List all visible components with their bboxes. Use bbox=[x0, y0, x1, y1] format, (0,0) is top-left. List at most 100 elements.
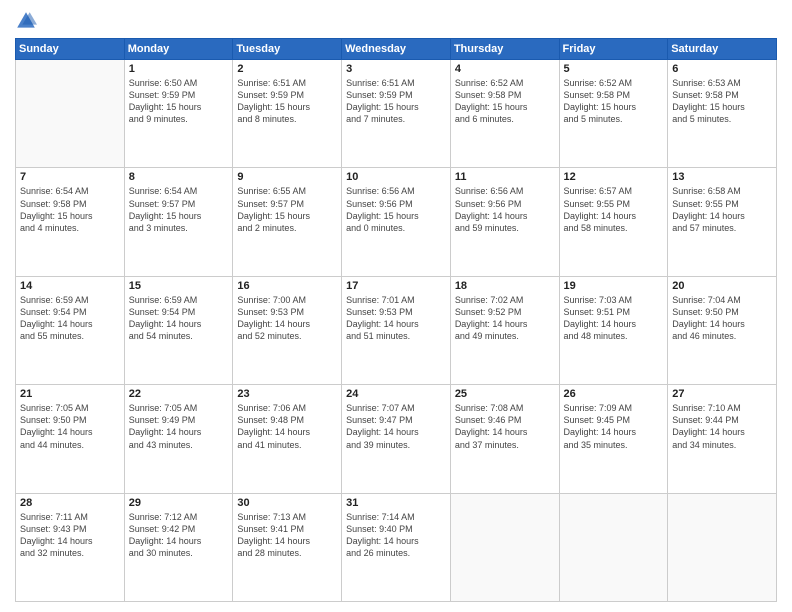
day-info: Sunrise: 6:57 AM Sunset: 9:55 PM Dayligh… bbox=[564, 185, 664, 234]
calendar-cell: 1 Sunrise: 6:50 AM Sunset: 9:59 PM Daylig… bbox=[124, 60, 233, 168]
calendar-cell: 16 Sunrise: 7:00 AM Sunset: 9:53 PM Dayli… bbox=[233, 276, 342, 384]
calendar-cell: 28 Sunrise: 7:11 AM Sunset: 9:43 PM Dayli… bbox=[16, 493, 125, 601]
day-number: 20 bbox=[672, 280, 772, 292]
calendar-cell: 22 Sunrise: 7:05 AM Sunset: 9:49 PM Dayli… bbox=[124, 385, 233, 493]
day-info: Sunrise: 6:51 AM Sunset: 9:59 PM Dayligh… bbox=[346, 77, 446, 126]
calendar-cell: 3Sunrise: 6:51 AM Sunset: 9:59 PM Daylig… bbox=[342, 60, 451, 168]
day-info: Sunrise: 7:05 AM Sunset: 9:49 PM Dayligh… bbox=[129, 402, 229, 451]
calendar-header-tuesday: Tuesday bbox=[233, 39, 342, 60]
day-number: 17 bbox=[346, 280, 446, 292]
calendar-week-3: 21 Sunrise: 7:05 AM Sunset: 9:50 PM Dayli… bbox=[16, 385, 777, 493]
day-number: 23 bbox=[237, 388, 337, 400]
day-number: 19 bbox=[564, 280, 664, 292]
day-info: Sunrise: 6:52 AM Sunset: 9:58 PM Dayligh… bbox=[455, 77, 555, 126]
calendar-header-monday: Monday bbox=[124, 39, 233, 60]
day-info: Sunrise: 7:11 AM Sunset: 9:43 PM Dayligh… bbox=[20, 511, 120, 560]
logo bbox=[15, 10, 39, 32]
calendar-cell bbox=[559, 493, 668, 601]
day-number: 16 bbox=[237, 280, 337, 292]
day-info: Sunrise: 7:02 AM Sunset: 9:52 PM Dayligh… bbox=[455, 294, 555, 343]
calendar-cell: 18 Sunrise: 7:02 AM Sunset: 9:52 PM Dayli… bbox=[450, 276, 559, 384]
day-info: Sunrise: 7:06 AM Sunset: 9:48 PM Dayligh… bbox=[237, 402, 337, 451]
day-number: 1 bbox=[129, 63, 229, 75]
day-info: Sunrise: 7:12 AM Sunset: 9:42 PM Dayligh… bbox=[129, 511, 229, 560]
day-info: Sunrise: 6:56 AM Sunset: 9:56 PM Dayligh… bbox=[455, 185, 555, 234]
day-number: 18 bbox=[455, 280, 555, 292]
day-number: 14 bbox=[20, 280, 120, 292]
calendar-header-thursday: Thursday bbox=[450, 39, 559, 60]
day-number: 8 bbox=[129, 171, 229, 183]
calendar-cell: 7 Sunrise: 6:54 AM Sunset: 9:58 PM Daylig… bbox=[16, 168, 125, 276]
day-info: Sunrise: 7:05 AM Sunset: 9:50 PM Dayligh… bbox=[20, 402, 120, 451]
day-info: Sunrise: 7:00 AM Sunset: 9:53 PM Dayligh… bbox=[237, 294, 337, 343]
calendar-cell: 12Sunrise: 6:57 AM Sunset: 9:55 PM Dayli… bbox=[559, 168, 668, 276]
calendar-header-wednesday: Wednesday bbox=[342, 39, 451, 60]
page: SundayMondayTuesdayWednesdayThursdayFrid… bbox=[0, 0, 792, 612]
day-info: Sunrise: 6:53 AM Sunset: 9:58 PM Dayligh… bbox=[672, 77, 772, 126]
calendar-cell: 2 Sunrise: 6:51 AM Sunset: 9:59 PM Daylig… bbox=[233, 60, 342, 168]
day-number: 26 bbox=[564, 388, 664, 400]
day-number: 22 bbox=[129, 388, 229, 400]
day-number: 21 bbox=[20, 388, 120, 400]
header bbox=[15, 10, 777, 32]
calendar-week-0: 1 Sunrise: 6:50 AM Sunset: 9:59 PM Daylig… bbox=[16, 60, 777, 168]
day-number: 9 bbox=[237, 171, 337, 183]
day-info: Sunrise: 6:51 AM Sunset: 9:59 PM Dayligh… bbox=[237, 77, 337, 126]
day-number: 6 bbox=[672, 63, 772, 75]
day-number: 30 bbox=[237, 497, 337, 509]
day-number: 2 bbox=[237, 63, 337, 75]
day-info: Sunrise: 6:59 AM Sunset: 9:54 PM Dayligh… bbox=[129, 294, 229, 343]
day-info: Sunrise: 6:59 AM Sunset: 9:54 PM Dayligh… bbox=[20, 294, 120, 343]
calendar-cell bbox=[668, 493, 777, 601]
calendar-cell: 29Sunrise: 7:12 AM Sunset: 9:42 PM Dayli… bbox=[124, 493, 233, 601]
day-number: 10 bbox=[346, 171, 446, 183]
day-info: Sunrise: 7:09 AM Sunset: 9:45 PM Dayligh… bbox=[564, 402, 664, 451]
day-info: Sunrise: 6:58 AM Sunset: 9:55 PM Dayligh… bbox=[672, 185, 772, 234]
calendar-cell: 11Sunrise: 6:56 AM Sunset: 9:56 PM Dayli… bbox=[450, 168, 559, 276]
day-info: Sunrise: 7:03 AM Sunset: 9:51 PM Dayligh… bbox=[564, 294, 664, 343]
calendar-cell: 10 Sunrise: 6:56 AM Sunset: 9:56 PM Dayli… bbox=[342, 168, 451, 276]
day-info: Sunrise: 7:13 AM Sunset: 9:41 PM Dayligh… bbox=[237, 511, 337, 560]
calendar-cell: 19 Sunrise: 7:03 AM Sunset: 9:51 PM Dayli… bbox=[559, 276, 668, 384]
day-number: 24 bbox=[346, 388, 446, 400]
calendar-cell: 17 Sunrise: 7:01 AM Sunset: 9:53 PM Dayli… bbox=[342, 276, 451, 384]
calendar-header-sunday: Sunday bbox=[16, 39, 125, 60]
calendar-cell: 15 Sunrise: 6:59 AM Sunset: 9:54 PM Dayli… bbox=[124, 276, 233, 384]
calendar-cell: 26 Sunrise: 7:09 AM Sunset: 9:45 PM Dayli… bbox=[559, 385, 668, 493]
calendar-cell: 8 Sunrise: 6:54 AM Sunset: 9:57 PM Daylig… bbox=[124, 168, 233, 276]
day-info: Sunrise: 7:07 AM Sunset: 9:47 PM Dayligh… bbox=[346, 402, 446, 451]
calendar-cell bbox=[16, 60, 125, 168]
calendar-header-friday: Friday bbox=[559, 39, 668, 60]
day-info: Sunrise: 6:52 AM Sunset: 9:58 PM Dayligh… bbox=[564, 77, 664, 126]
day-number: 7 bbox=[20, 171, 120, 183]
calendar-cell: 30 Sunrise: 7:13 AM Sunset: 9:41 PM Dayli… bbox=[233, 493, 342, 601]
day-number: 27 bbox=[672, 388, 772, 400]
calendar-cell: 6 Sunrise: 6:53 AM Sunset: 9:58 PM Daylig… bbox=[668, 60, 777, 168]
day-info: Sunrise: 6:54 AM Sunset: 9:58 PM Dayligh… bbox=[20, 185, 120, 234]
calendar-cell: 27 Sunrise: 7:10 AM Sunset: 9:44 PM Dayli… bbox=[668, 385, 777, 493]
day-info: Sunrise: 7:08 AM Sunset: 9:46 PM Dayligh… bbox=[455, 402, 555, 451]
calendar-header-saturday: Saturday bbox=[668, 39, 777, 60]
calendar-week-1: 7 Sunrise: 6:54 AM Sunset: 9:58 PM Daylig… bbox=[16, 168, 777, 276]
calendar-week-4: 28 Sunrise: 7:11 AM Sunset: 9:43 PM Dayli… bbox=[16, 493, 777, 601]
day-number: 5 bbox=[564, 63, 664, 75]
day-info: Sunrise: 6:50 AM Sunset: 9:59 PM Dayligh… bbox=[129, 77, 229, 126]
day-info: Sunrise: 7:04 AM Sunset: 9:50 PM Dayligh… bbox=[672, 294, 772, 343]
day-info: Sunrise: 6:54 AM Sunset: 9:57 PM Dayligh… bbox=[129, 185, 229, 234]
calendar-cell: 20 Sunrise: 7:04 AM Sunset: 9:50 PM Dayli… bbox=[668, 276, 777, 384]
calendar-cell: 14 Sunrise: 6:59 AM Sunset: 9:54 PM Dayli… bbox=[16, 276, 125, 384]
calendar-cell: 24 Sunrise: 7:07 AM Sunset: 9:47 PM Dayli… bbox=[342, 385, 451, 493]
day-number: 4 bbox=[455, 63, 555, 75]
day-info: Sunrise: 7:14 AM Sunset: 9:40 PM Dayligh… bbox=[346, 511, 446, 560]
day-info: Sunrise: 7:10 AM Sunset: 9:44 PM Dayligh… bbox=[672, 402, 772, 451]
day-info: Sunrise: 7:01 AM Sunset: 9:53 PM Dayligh… bbox=[346, 294, 446, 343]
day-number: 28 bbox=[20, 497, 120, 509]
calendar-cell: 25Sunrise: 7:08 AM Sunset: 9:46 PM Dayli… bbox=[450, 385, 559, 493]
calendar-cell: 31Sunrise: 7:14 AM Sunset: 9:40 PM Dayli… bbox=[342, 493, 451, 601]
day-info: Sunrise: 6:56 AM Sunset: 9:56 PM Dayligh… bbox=[346, 185, 446, 234]
day-number: 15 bbox=[129, 280, 229, 292]
calendar-cell: 13Sunrise: 6:58 AM Sunset: 9:55 PM Dayli… bbox=[668, 168, 777, 276]
calendar-cell: 4 Sunrise: 6:52 AM Sunset: 9:58 PM Daylig… bbox=[450, 60, 559, 168]
calendar-table: SundayMondayTuesdayWednesdayThursdayFrid… bbox=[15, 38, 777, 602]
calendar-header-row: SundayMondayTuesdayWednesdayThursdayFrid… bbox=[16, 39, 777, 60]
